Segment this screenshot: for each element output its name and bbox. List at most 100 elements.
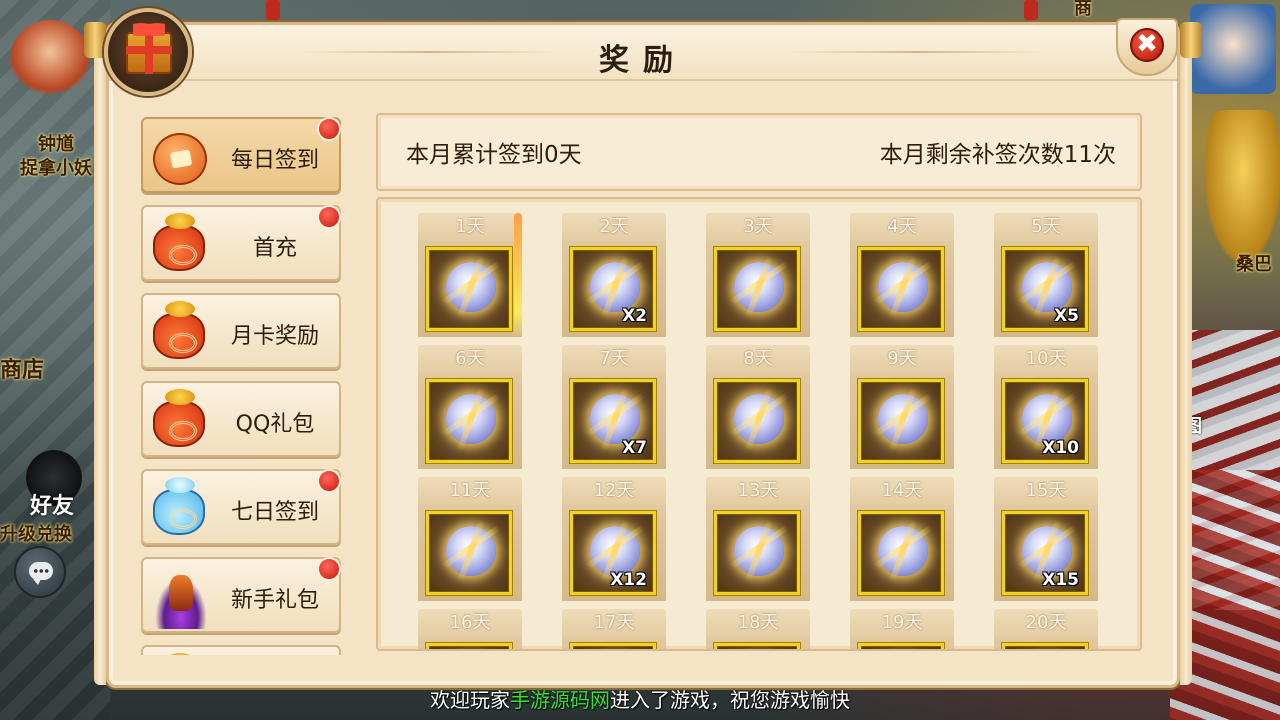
reward-item-frame[interactable]: [714, 247, 800, 331]
top-label-partial: 商: [1074, 0, 1092, 19]
shop-label[interactable]: 商店: [0, 352, 44, 384]
day-cell[interactable]: 11天: [418, 477, 522, 601]
day-cell[interactable]: 14天: [850, 477, 954, 601]
reward-slot[interactable]: X2: [562, 241, 666, 337]
day-cell[interactable]: 10天 X10: [994, 345, 1098, 469]
reward-item-frame[interactable]: [570, 643, 656, 649]
day-label: 5天: [994, 213, 1098, 241]
day-cell[interactable]: 16天: [418, 609, 522, 649]
day-label: 18天: [706, 609, 810, 637]
day-cell[interactable]: 19天: [850, 609, 954, 649]
reward-slot[interactable]: X7: [562, 373, 666, 469]
spirit-orb-icon: [446, 394, 496, 444]
reward-slot[interactable]: [706, 373, 810, 469]
sidebar-item-label: 月卡奖励: [230, 324, 319, 349]
spirit-orb-icon: [1022, 526, 1072, 576]
reward-item-frame[interactable]: [858, 247, 944, 331]
reward-item-frame[interactable]: [426, 247, 512, 331]
gift-box-icon: [126, 32, 172, 74]
day-label: 20天: [994, 609, 1098, 637]
right-npc-name[interactable]: 桑巴: [1236, 250, 1272, 276]
reward-slot[interactable]: [418, 373, 522, 469]
day-cell[interactable]: 17天: [562, 609, 666, 649]
reward-slot[interactable]: [850, 505, 954, 601]
spirit-orb-icon: [590, 262, 640, 312]
reward-item-frame[interactable]: [714, 643, 800, 649]
sidebar-item-daily-checkin[interactable]: 每日签到: [141, 117, 341, 193]
reward-slot[interactable]: [418, 241, 522, 337]
reward-item-frame[interactable]: [1002, 643, 1088, 649]
day-cell[interactable]: 20天: [994, 609, 1098, 649]
player-name[interactable]: 手游源码网: [510, 688, 610, 712]
day-cell[interactable]: 7天 X7: [562, 345, 666, 469]
day-cell[interactable]: 4天: [850, 213, 954, 337]
reward-quantity: X5: [1054, 306, 1079, 326]
spirit-orb-icon: [878, 262, 928, 312]
npc-avatar[interactable]: [10, 20, 90, 100]
day-label: 16天: [418, 609, 522, 637]
npc-figure[interactable]: [1206, 110, 1280, 260]
reward-item-frame[interactable]: X15: [1002, 511, 1088, 595]
reward-item-frame[interactable]: X5: [1002, 247, 1088, 331]
reward-slot[interactable]: [562, 637, 666, 649]
reward-slot[interactable]: X10: [994, 373, 1098, 469]
sidebar-item-qq-gift[interactable]: QQ礼包: [141, 381, 341, 457]
reward-item-frame[interactable]: [858, 511, 944, 595]
reward-slot[interactable]: [850, 637, 954, 649]
day-cell[interactable]: 18天: [706, 609, 810, 649]
reward-slot[interactable]: X15: [994, 505, 1098, 601]
reward-slot[interactable]: [994, 637, 1098, 649]
day-cell[interactable]: 12天 X12: [562, 477, 666, 601]
day-label: 8天: [706, 345, 810, 373]
reward-item-frame[interactable]: [426, 379, 512, 463]
sidebar-item-more[interactable]: [141, 645, 341, 655]
day-cell[interactable]: 3天: [706, 213, 810, 337]
reward-item-frame[interactable]: X2: [570, 247, 656, 331]
day-cell[interactable]: 2天 X2: [562, 213, 666, 337]
reward-quantity: X15: [1042, 570, 1079, 590]
day-label: 4天: [850, 213, 954, 241]
lantern-decoration: [266, 0, 280, 20]
reward-slot[interactable]: [418, 505, 522, 601]
close-button[interactable]: ✖: [1116, 18, 1178, 76]
sidebar-item-seven-day-checkin[interactable]: 七日签到: [141, 469, 341, 545]
day-cell[interactable]: 5天 X5: [994, 213, 1098, 337]
reward-item-frame[interactable]: [426, 643, 512, 649]
day-cell[interactable]: 9天: [850, 345, 954, 469]
reward-slot[interactable]: X5: [994, 241, 1098, 337]
sidebar-item-newbie-gift[interactable]: 新手礼包: [141, 557, 341, 633]
npc-name[interactable]: 钟馗: [38, 130, 74, 156]
reward-slot[interactable]: [706, 637, 810, 649]
spirit-orb-icon: [1022, 394, 1072, 444]
reward-item-frame[interactable]: [714, 379, 800, 463]
reward-slot[interactable]: [706, 241, 810, 337]
friend-label[interactable]: 好友: [30, 488, 74, 520]
upgrade-label[interactable]: 升级兑换: [0, 520, 72, 546]
reward-item-frame[interactable]: X10: [1002, 379, 1088, 463]
chat-button[interactable]: [14, 546, 66, 598]
reward-slot[interactable]: [706, 505, 810, 601]
day-label: 12天: [562, 477, 666, 505]
reward-quantity: X10: [1042, 438, 1079, 458]
reward-item-frame[interactable]: [714, 511, 800, 595]
day-cell[interactable]: 6天: [418, 345, 522, 469]
sidebar-item-first-recharge[interactable]: 首充: [141, 205, 341, 281]
day-cell[interactable]: 13天: [706, 477, 810, 601]
player-portrait[interactable]: [1190, 4, 1276, 94]
sidebar-item-monthly-card[interactable]: 月卡奖励: [141, 293, 341, 369]
reward-slot[interactable]: X12: [562, 505, 666, 601]
reward-item-frame[interactable]: [426, 511, 512, 595]
reward-slot[interactable]: [418, 637, 522, 649]
day-cell[interactable]: 8天: [706, 345, 810, 469]
reward-slot[interactable]: [850, 373, 954, 469]
reward-item-frame[interactable]: X12: [570, 511, 656, 595]
day-cell[interactable]: 1天: [418, 213, 522, 337]
reward-item-frame[interactable]: [858, 379, 944, 463]
day-cell[interactable]: 15天 X15: [994, 477, 1098, 601]
sidebar-item-label: 新手礼包: [230, 588, 319, 613]
npc-task[interactable]: 捉拿小妖: [20, 154, 92, 180]
reward-item-frame[interactable]: X7: [570, 379, 656, 463]
message-suffix: 进入了游戏，祝您游戏愉快: [610, 688, 850, 712]
reward-slot[interactable]: [850, 241, 954, 337]
reward-item-frame[interactable]: [858, 643, 944, 649]
